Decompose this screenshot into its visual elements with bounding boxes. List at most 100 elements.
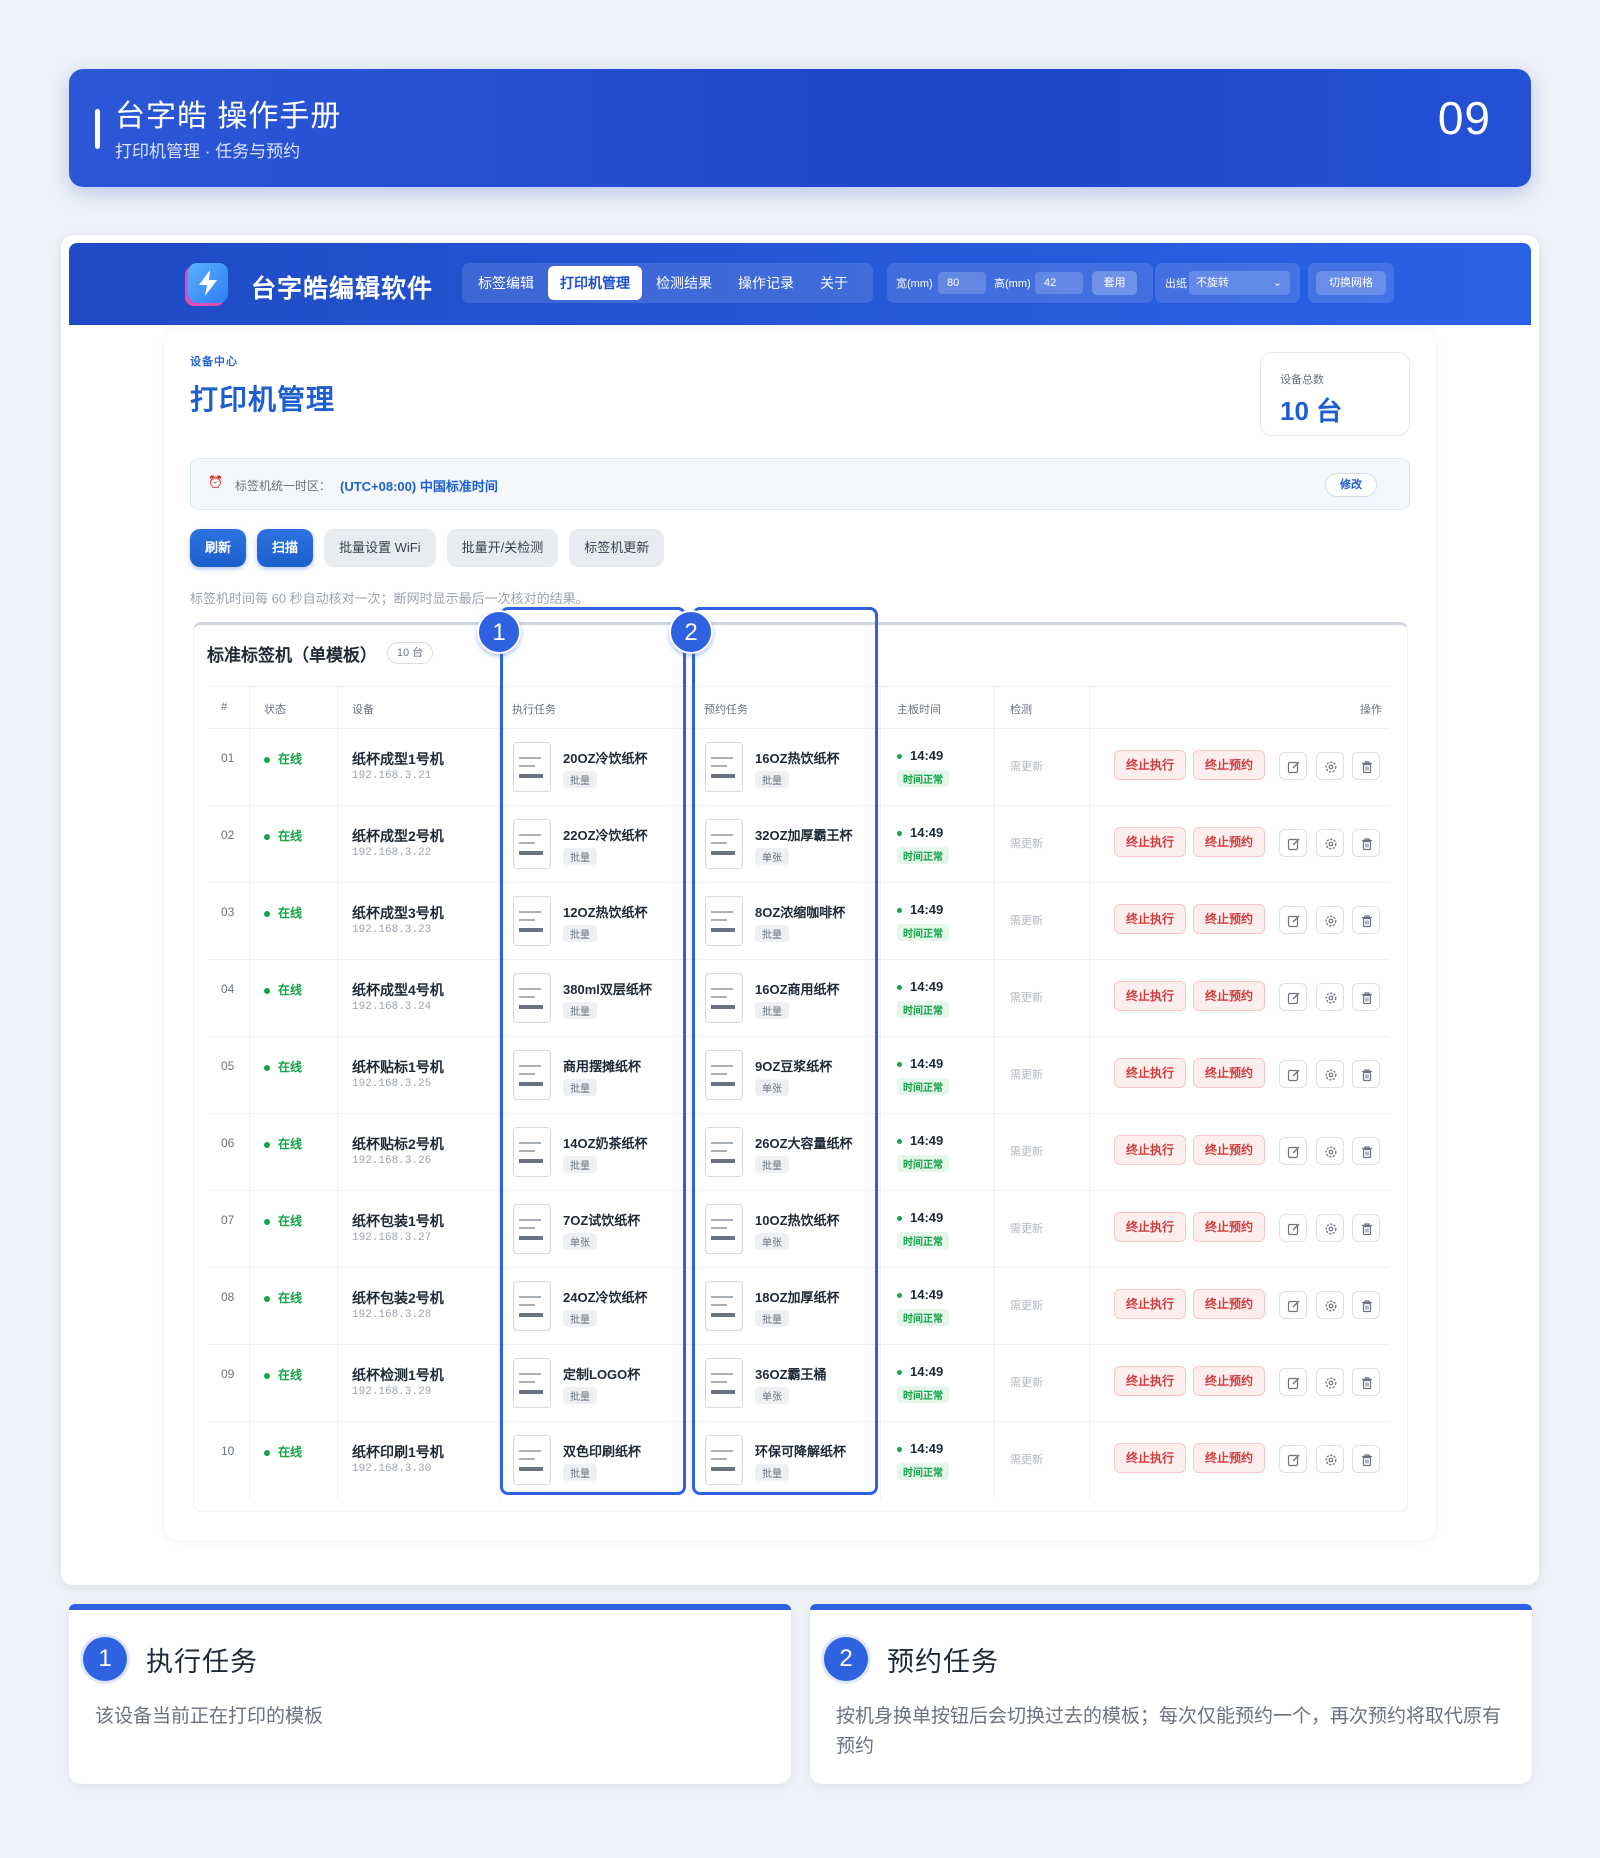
- scan-button[interactable]: 扫描: [257, 529, 314, 567]
- device-ip: 192.168.3.21: [352, 770, 432, 782]
- batch-detection-button[interactable]: 批量开/关检测: [446, 529, 559, 567]
- trash-icon[interactable]: [1352, 1060, 1380, 1088]
- toggle-grid-button[interactable]: 切换网格: [1316, 271, 1386, 295]
- time-ok-badge: 时间正常: [897, 770, 949, 787]
- batch-wifi-button[interactable]: 批量设置 WiFi: [324, 529, 436, 567]
- stop-exec-button[interactable]: 终止执行: [1114, 1289, 1186, 1319]
- board-time: 14:49: [897, 748, 943, 763]
- trash-icon[interactable]: [1352, 1368, 1380, 1396]
- time-ok-badge: 时间正常: [897, 1463, 949, 1480]
- stop-exec-button[interactable]: 终止执行: [1114, 1212, 1186, 1242]
- stop-reservation-button[interactable]: 终止预约: [1193, 1058, 1265, 1088]
- gear-icon[interactable]: [1316, 1445, 1344, 1473]
- edit-icon[interactable]: [1279, 1291, 1307, 1319]
- rotation-select[interactable]: 不旋转 ⌄: [1189, 271, 1290, 295]
- sync-hint: 标签机时间每 60 秒自动核对一次；断网时显示最后一次核对的结果。: [190, 591, 589, 606]
- stop-reservation-button[interactable]: 终止预约: [1193, 1289, 1265, 1319]
- width-label: 宽(mm): [896, 278, 933, 290]
- gear-icon[interactable]: [1316, 1291, 1344, 1319]
- trash-icon[interactable]: [1352, 1214, 1380, 1242]
- height-input[interactable]: 42: [1035, 272, 1083, 294]
- gear-icon[interactable]: [1316, 1060, 1344, 1088]
- trash-icon[interactable]: [1352, 829, 1380, 857]
- edit-timezone-button[interactable]: 修改: [1325, 473, 1377, 497]
- stop-reservation-button[interactable]: 终止预约: [1193, 750, 1265, 780]
- status-online: 在线: [264, 1366, 302, 1383]
- device-ip: 192.168.3.25: [352, 1078, 432, 1090]
- stop-reservation-button[interactable]: 终止预约: [1193, 981, 1265, 1011]
- gear-icon[interactable]: [1316, 1368, 1344, 1396]
- edit-icon[interactable]: [1279, 906, 1307, 934]
- header-device: 设备: [352, 704, 374, 716]
- tab-label-edit[interactable]: 标签编辑: [466, 266, 546, 300]
- stop-exec-button[interactable]: 终止执行: [1114, 981, 1186, 1011]
- stop-exec-button[interactable]: 终止执行: [1114, 827, 1186, 857]
- device-count-label: 设备总数: [1280, 374, 1324, 386]
- gear-icon[interactable]: [1316, 1214, 1344, 1242]
- toggle-grid-group: 切换网格: [1308, 263, 1394, 303]
- tab-operation-log[interactable]: 操作记录: [726, 266, 806, 300]
- stop-reservation-button[interactable]: 终止预约: [1193, 1212, 1265, 1242]
- status-online: 在线: [264, 1212, 302, 1229]
- stop-exec-button[interactable]: 终止执行: [1114, 1366, 1186, 1396]
- trash-icon[interactable]: [1352, 752, 1380, 780]
- trash-icon[interactable]: [1352, 906, 1380, 934]
- width-input[interactable]: 80: [938, 272, 986, 294]
- device-ip: 192.168.3.26: [352, 1155, 432, 1167]
- stop-exec-button[interactable]: 终止执行: [1114, 904, 1186, 934]
- trash-icon[interactable]: [1352, 1137, 1380, 1165]
- row-index: 07: [221, 1213, 235, 1227]
- rotation-select-value: 不旋转: [1196, 277, 1229, 289]
- device-name: 纸杯检测1号机: [352, 1367, 444, 1383]
- device-name: 纸杯成型3号机: [352, 905, 444, 921]
- time-ok-badge: 时间正常: [897, 924, 949, 941]
- gear-icon[interactable]: [1316, 829, 1344, 857]
- edit-icon[interactable]: [1279, 1214, 1307, 1242]
- stop-reservation-button[interactable]: 终止预约: [1193, 904, 1265, 934]
- gear-icon[interactable]: [1316, 906, 1344, 934]
- header-actions: 操作: [1360, 704, 1382, 716]
- trash-icon[interactable]: [1352, 1445, 1380, 1473]
- section-eyebrow: 设备中心: [190, 356, 238, 368]
- gear-icon[interactable]: [1316, 752, 1344, 780]
- detection-status: 需更新: [1010, 915, 1043, 927]
- refresh-button[interactable]: 刷新: [190, 529, 247, 567]
- page-title: 打印机管理: [190, 384, 336, 415]
- callout-reserved-task: 2 预约任务 按机身换单按钮后会切换过去的模板；每次仅能预约一个，再次预约将取代…: [810, 1604, 1532, 1784]
- header-board-time: 主板时间: [897, 704, 941, 716]
- gear-icon[interactable]: [1316, 1137, 1344, 1165]
- device-ip: 192.168.3.27: [352, 1232, 432, 1244]
- time-ok-badge: 时间正常: [897, 1309, 949, 1326]
- tab-printer-management[interactable]: 打印机管理: [548, 266, 642, 300]
- apply-button[interactable]: 套用: [1092, 271, 1137, 295]
- stop-reservation-button[interactable]: 终止预约: [1193, 1135, 1265, 1165]
- edit-icon[interactable]: [1279, 1060, 1307, 1088]
- stop-reservation-button[interactable]: 终止预约: [1193, 1366, 1265, 1396]
- stop-exec-button[interactable]: 终止执行: [1114, 1058, 1186, 1088]
- tab-detection-results[interactable]: 检测结果: [644, 266, 724, 300]
- device-count-card: 设备总数 10 台: [1260, 352, 1410, 436]
- detection-status: 需更新: [1010, 761, 1043, 773]
- status-online: 在线: [264, 827, 302, 844]
- trash-icon[interactable]: [1352, 983, 1380, 1011]
- stop-exec-button[interactable]: 终止执行: [1114, 1443, 1186, 1473]
- trash-icon[interactable]: [1352, 1291, 1380, 1319]
- edit-icon[interactable]: [1279, 752, 1307, 780]
- manual-title: 台字皓 操作手册: [115, 100, 342, 133]
- edit-icon[interactable]: [1279, 1137, 1307, 1165]
- app-name: 台字皓编辑软件: [251, 275, 434, 303]
- edit-icon[interactable]: [1279, 1445, 1307, 1473]
- edit-icon[interactable]: [1279, 1368, 1307, 1396]
- gear-icon[interactable]: [1316, 983, 1344, 1011]
- tab-about[interactable]: 关于: [808, 266, 860, 300]
- lightning-logo-icon: [188, 263, 228, 303]
- stop-reservation-button[interactable]: 终止预约: [1193, 827, 1265, 857]
- stop-reservation-button[interactable]: 终止预约: [1193, 1443, 1265, 1473]
- edit-icon[interactable]: [1279, 829, 1307, 857]
- stop-exec-button[interactable]: 终止执行: [1114, 750, 1186, 780]
- stop-exec-button[interactable]: 终止执行: [1114, 1135, 1186, 1165]
- row-index: 05: [221, 1059, 235, 1073]
- labeler-update-button[interactable]: 标签机更新: [569, 529, 665, 567]
- edit-icon[interactable]: [1279, 983, 1307, 1011]
- time-ok-badge: 时间正常: [897, 847, 949, 864]
